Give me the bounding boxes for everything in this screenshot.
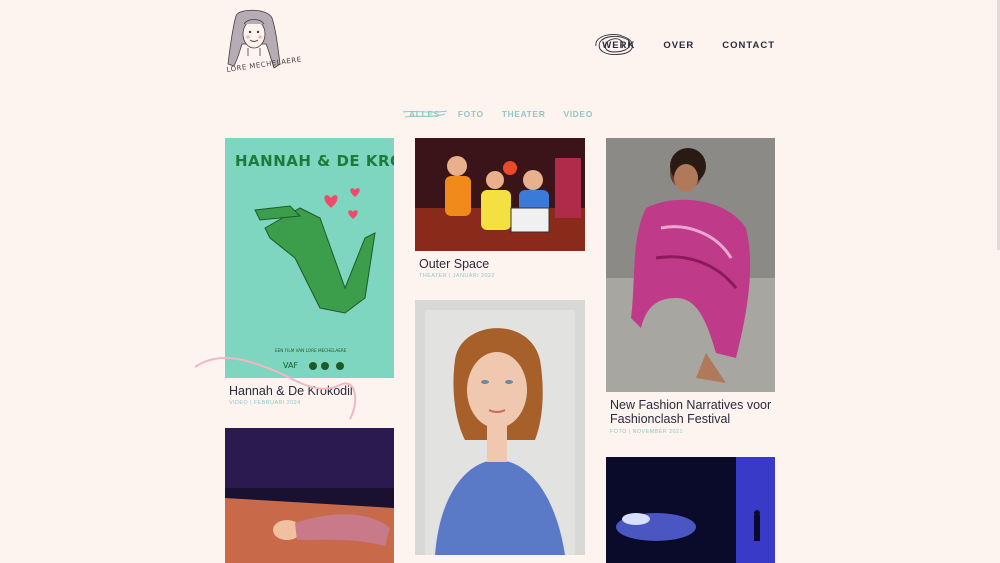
card-title[interactable]: Hannah & De Krokodil: [229, 384, 353, 398]
filter-video[interactable]: VIDEO: [563, 109, 592, 119]
stage-photo: [606, 457, 775, 563]
poster-credit: EEN FILM VAN LORE MECHELAERE: [275, 348, 347, 353]
project-card-stage[interactable]: [606, 457, 775, 563]
fashion-photo: [606, 138, 775, 392]
filter-theater[interactable]: THEATER: [502, 109, 546, 119]
card-title-line1[interactable]: New Fashion Narratives voor: [610, 398, 771, 412]
outer-space-photo: [415, 138, 585, 251]
project-card-hannah[interactable]: HANNAH & DE KROKODIL EEN FILM VAN LORE M…: [225, 138, 394, 413]
poster-logos: VAF: [283, 361, 298, 370]
nav-werk[interactable]: WERK: [595, 34, 635, 55]
card-title-line2[interactable]: Fashionclash Festival: [610, 412, 730, 426]
filter-alles-label: ALLES: [409, 109, 440, 119]
main-nav: WERK OVER CONTACT: [595, 34, 775, 55]
project-card-dancer[interactable]: [225, 428, 394, 563]
card-meta: THEATER | JANUARI 2022: [419, 273, 495, 279]
scribble-highlight-icon: [595, 34, 634, 55]
portrait-photo: [415, 300, 585, 555]
poster-title: HANNAH & DE KROKODIL: [235, 152, 394, 170]
category-filters: ALLES FOTO THEATER VIDEO: [402, 109, 593, 119]
nav-contact[interactable]: CONTACT: [722, 40, 775, 51]
filter-foto[interactable]: FOTO: [458, 109, 484, 119]
project-card-fashion[interactable]: New Fashion Narratives voor Fashionclash…: [606, 138, 775, 438]
card-meta: VIDEO | FEBRUARI 2024: [229, 400, 301, 406]
poster-hannah-image: HANNAH & DE KROKODIL EEN FILM VAN LORE M…: [225, 138, 394, 378]
nav-over[interactable]: OVER: [663, 40, 694, 51]
card-meta: FOTO | NOVEMBER 2021: [610, 429, 683, 435]
filter-alles[interactable]: ALLES: [402, 109, 448, 119]
dancer-photo: [225, 428, 394, 563]
project-card-portrait[interactable]: [415, 300, 585, 555]
card-title[interactable]: Outer Space: [419, 257, 489, 271]
project-card-outer-space[interactable]: Outer Space THEATER | JANUARI 2022: [415, 138, 585, 283]
